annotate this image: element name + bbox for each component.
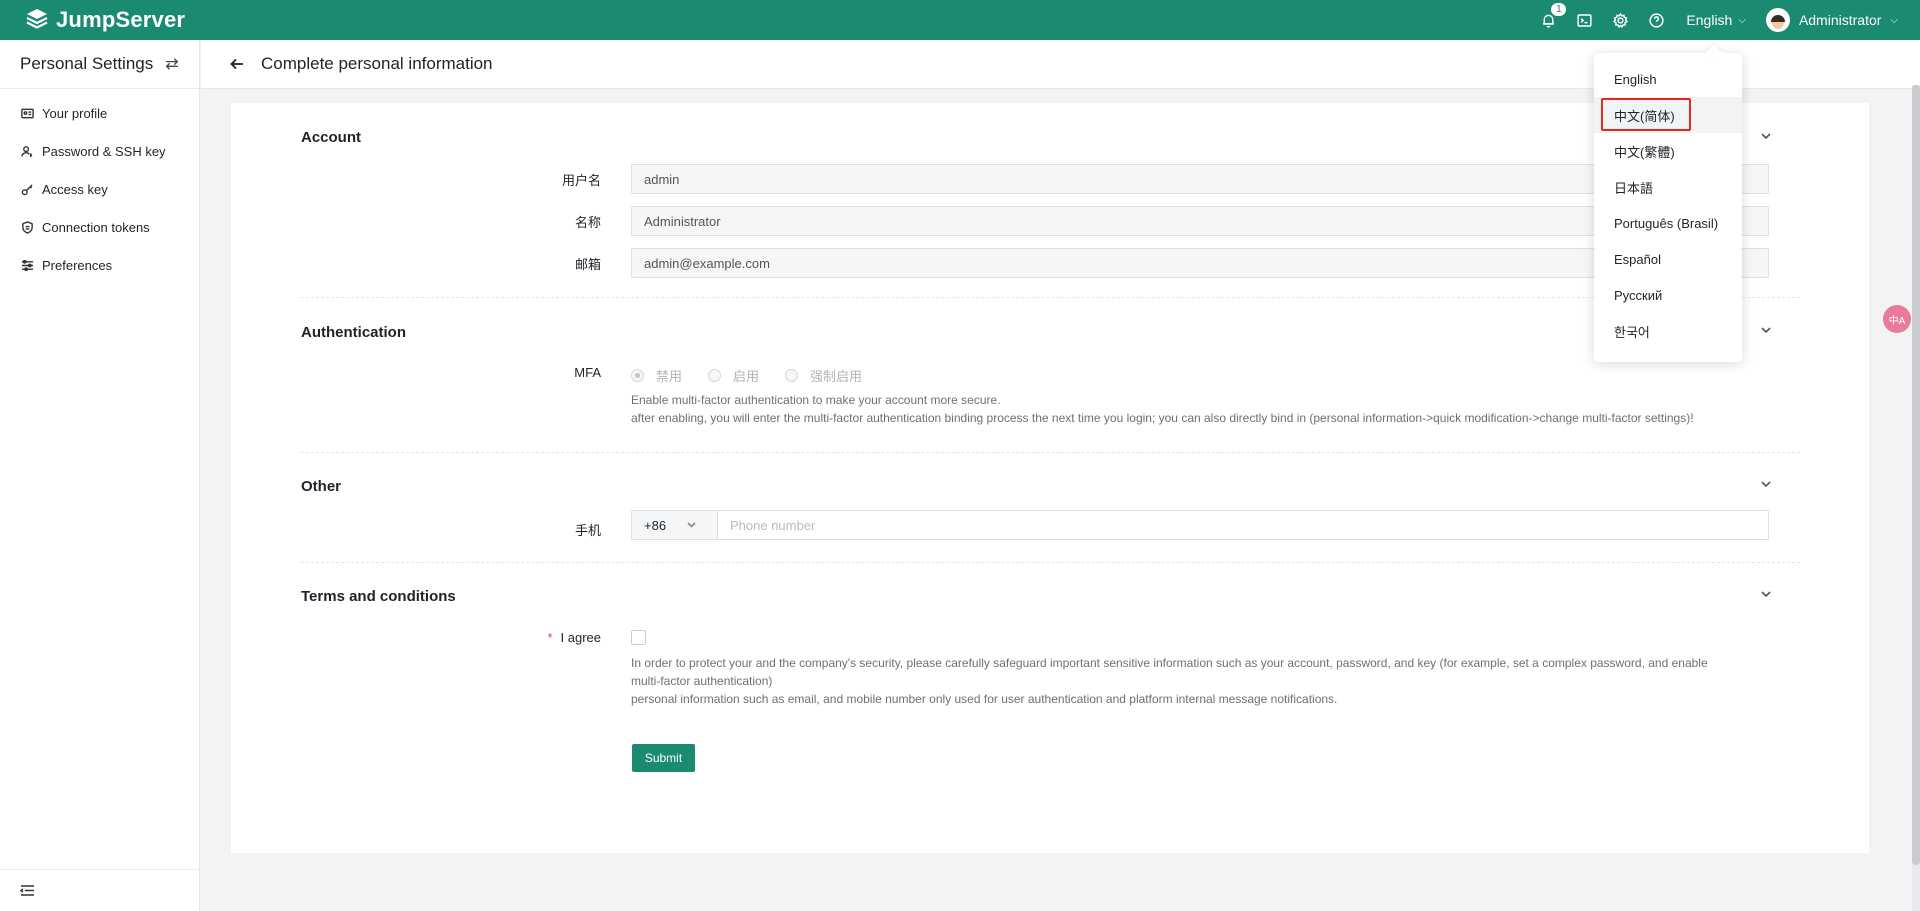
gear-icon[interactable] [1610, 10, 1630, 30]
mfa-option-enabled[interactable]: 启用 [708, 366, 759, 385]
page-title: Complete personal information [261, 54, 493, 73]
user-name: Administrator [1798, 12, 1882, 28]
sidebar-item-label: Preferences [42, 257, 113, 273]
phone-number-input[interactable]: Phone number [718, 518, 1768, 533]
language-option-russian[interactable]: Русский [1594, 277, 1742, 313]
jumpserver-logo-icon [26, 9, 48, 29]
chevron-down-icon[interactable] [1760, 477, 1772, 493]
required-mark: * [547, 630, 553, 645]
section-title-account: Account [301, 129, 361, 146]
language-option-korean[interactable]: 한국어 [1594, 313, 1742, 349]
language-dropdown: English 中文(简体) 中文(繁體) 日本語 Português (Bra… [1594, 53, 1742, 362]
scrollbar-thumb[interactable] [1912, 85, 1920, 865]
language-option-zh-hant[interactable]: 中文(繁體) [1594, 133, 1742, 169]
language-switcher[interactable]: English ⌵ [1686, 12, 1746, 28]
profile-card-icon [20, 106, 34, 120]
agree-checkbox[interactable] [631, 630, 646, 645]
swap-arrows-icon[interactable]: ⇄ [165, 54, 178, 74]
email-label: 邮箱 [574, 257, 601, 272]
user-menu[interactable]: Administrator ⌵ [1765, 8, 1898, 32]
translate-icon[interactable]: 中A [1883, 305, 1911, 333]
sidebar-item-preferences[interactable]: Preferences [0, 246, 199, 284]
collapse-menu-icon [20, 885, 34, 896]
language-option-portuguese[interactable]: Português (Brasil) [1594, 205, 1742, 241]
sidebar-item-your-profile[interactable]: Your profile [0, 94, 199, 132]
section-divider [301, 562, 1800, 563]
language-option-english[interactable]: English [1594, 61, 1742, 97]
sidebar-item-label: Connection tokens [42, 219, 150, 235]
radio-dot [631, 369, 644, 382]
sidebar-item-access-key[interactable]: Access key [0, 170, 199, 208]
sidebar-item-label: Access key [42, 181, 108, 197]
terms-line: personal information such as email, and … [631, 692, 1338, 706]
page-scrollbar[interactable] [1912, 85, 1920, 911]
phone-label: 手机 [574, 523, 601, 538]
chevron-down-icon [686, 518, 697, 533]
section-title-other: Other [301, 478, 342, 495]
terms-line: In order to protect your and the company… [631, 656, 1708, 670]
language-option-japanese[interactable]: 日本語 [1594, 169, 1742, 205]
mfa-help-text: Enable multi-factor authentication to ma… [631, 391, 1776, 427]
sidebar-item-password-ssh-key[interactable]: Password & SSH key [0, 132, 199, 170]
help-line: Enable multi-factor authentication to ma… [631, 393, 1001, 407]
help-icon[interactable] [1646, 10, 1666, 30]
chevron-down-icon[interactable] [1760, 323, 1772, 339]
mfa-radio-group: 禁用 启用 强制启用 [631, 366, 888, 385]
chevron-down-icon: ⌵ [1890, 14, 1898, 26]
phone-country-code-select[interactable]: +86 [632, 511, 718, 539]
section-title-terms: Terms and conditions [301, 588, 456, 605]
help-line: after enabling, you will enter the multi… [631, 411, 1694, 425]
avatar [1765, 8, 1790, 32]
back-arrow-icon[interactable] [229, 55, 247, 73]
radio-dot [785, 369, 799, 382]
phone-code-value: +86 [644, 517, 667, 533]
mfa-label: MFA [574, 365, 601, 380]
username-label: 用户名 [561, 173, 601, 188]
section-title-authentication: Authentication [301, 324, 406, 341]
mfa-option-disabled[interactable]: 禁用 [631, 366, 682, 385]
sidebar-header: Personal Settings ⇄ [0, 40, 199, 89]
highlight-box [1601, 98, 1691, 131]
section-divider [301, 452, 1800, 453]
language-option-zh-hans[interactable]: 中文(简体) [1594, 97, 1742, 133]
notification-bell-icon[interactable]: 1 [1538, 2, 1568, 30]
sidebar-item-label: Password & SSH key [42, 143, 166, 159]
brand-name: JumpServer [56, 7, 186, 32]
agree-label: * I agree [401, 630, 601, 645]
phone-field: +86 Phone number [631, 510, 1769, 540]
chevron-down-icon: ⌵ [1738, 14, 1746, 26]
notification-badge: 1 [1550, 2, 1568, 17]
sidebar: Personal Settings ⇄ Your profile Passwor… [0, 40, 200, 911]
terms-text: In order to protect your and the company… [631, 654, 1776, 708]
sidebar-title: Personal Settings [20, 54, 154, 73]
radio-label: 禁用 [656, 369, 683, 384]
key-icon [20, 182, 34, 196]
language-option-spanish[interactable]: Español [1594, 241, 1742, 277]
chevron-down-icon[interactable] [1760, 129, 1772, 145]
brand-logo[interactable]: JumpServer [24, 7, 185, 33]
sidebar-item-label: Your profile [42, 105, 108, 121]
language-label: English [1686, 12, 1733, 28]
name-label: 名称 [574, 215, 601, 230]
sidebar-item-connection-tokens[interactable]: Connection tokens [0, 208, 199, 246]
section-divider [301, 297, 1800, 298]
top-bar: JumpServer 1 English ⌵ Administrator ⌵ [0, 0, 1920, 40]
chevron-down-icon[interactable] [1760, 587, 1772, 603]
radio-dot [708, 369, 722, 382]
radio-label: 强制启用 [810, 369, 863, 384]
shield-icon [20, 220, 34, 234]
radio-label: 启用 [733, 369, 760, 384]
user-key-icon [20, 144, 34, 158]
terminal-icon[interactable] [1574, 10, 1594, 30]
submit-button[interactable]: Submit [632, 744, 695, 772]
mfa-option-forced[interactable]: 强制启用 [785, 366, 862, 385]
sidebar-collapse-toggle[interactable] [0, 869, 200, 911]
terms-line: multi-factor authentication) [631, 674, 773, 688]
agree-label-text: I agree [560, 630, 601, 645]
sliders-icon [20, 258, 34, 272]
